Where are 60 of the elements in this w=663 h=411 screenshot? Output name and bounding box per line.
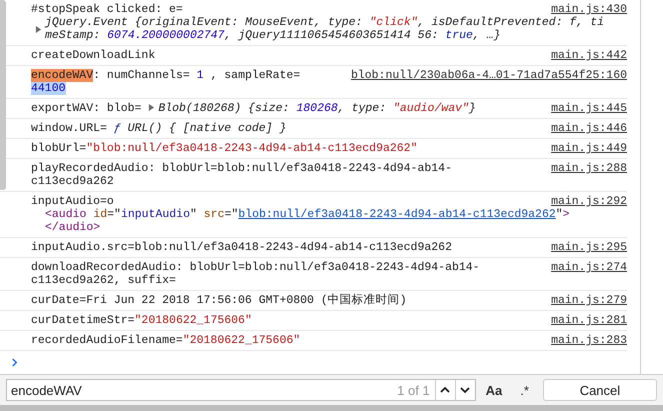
log-text: , type: — [338, 102, 388, 115]
match-case-button[interactable]: Aa — [482, 382, 506, 398]
html-tag: <audio — [45, 208, 86, 221]
html-tag: </audio> — [45, 221, 100, 234]
log-text: createDownloadLink — [31, 49, 156, 62]
log-text: , isDefaultPrevented: f, ti — [418, 16, 604, 29]
search-text: encodeWAV — [10, 382, 83, 398]
attribute-name: src — [202, 208, 224, 221]
attribute-name: id — [92, 208, 108, 221]
log-text: c113ecd9a262, suffix= — [31, 274, 176, 287]
log-text: window.URL= — [31, 122, 108, 135]
number-value: 1 — [196, 69, 204, 82]
log-text: curDate=Fri Jun 22 2018 17:56:06 GMT+0800 (中国标准时间) — [31, 294, 407, 307]
string-value: "audio/wav" — [393, 102, 469, 115]
html-tag: > — [562, 208, 570, 221]
url-link[interactable]: blob:null/ef3a0418-2243-4d94-ab14-c113ecd9a262 — [238, 208, 556, 221]
log-text: recordedAudioFilename= — [31, 334, 183, 347]
selected-text: 44100 — [31, 82, 66, 95]
log-text: URL() { [native code] } — [126, 122, 286, 135]
log-text: inputAudio.src=blob:null/ef3a0418-2243-4d94-ab14-c113ecd9a262 — [31, 241, 452, 254]
string-value: "blob:null/ef3a0418-2243-4d94-ab14-c113ecd9a262" — [86, 142, 418, 155]
string-value: "click" — [369, 16, 418, 29]
keyword-value: ƒ — [114, 122, 121, 135]
log-text: " — [190, 208, 197, 221]
log-text: downloadRecordedAudio: blobUrl=blob:null/ef3a0418-2243-4d94-ab14- — [31, 261, 480, 274]
log-text: meStamp: — [45, 29, 102, 42]
log-text: inputAudio=o — [31, 195, 114, 208]
string-value: "20180622_175606" — [134, 314, 252, 327]
number-value: 180268 — [296, 102, 338, 115]
log-text: , …} — [472, 29, 501, 42]
keyword-value: true — [445, 29, 473, 42]
log-text: exportWAV: blob= — [31, 102, 142, 115]
prompt-chevron-icon — [11, 358, 18, 366]
string-value: "20180622_175606" — [182, 334, 300, 347]
log-text: } — [468, 102, 476, 115]
log-text: =" — [224, 208, 238, 221]
log-text: #stopSpeak clicked: e= — [31, 3, 183, 16]
up-caret-icon — [440, 387, 450, 393]
log-text: blobUrl= — [31, 142, 86, 155]
log-text: " — [556, 208, 563, 221]
number-value: 6074.200000002747 — [107, 29, 224, 42]
match-count: 1 of 1 — [397, 382, 431, 398]
expand-arrow-icon[interactable] — [35, 26, 42, 32]
expand-arrow-icon[interactable] — [148, 104, 156, 111]
search-match: encodeWAV — [31, 69, 94, 82]
search-field[interactable]: encodeWAV 1 of 1 — [6, 379, 476, 401]
log-text: c113ecd9a262 — [31, 175, 114, 188]
log-text: curDatetimeStr= — [31, 314, 135, 327]
log-text: : numChannels= — [93, 69, 191, 82]
regex-button[interactable]: .* — [512, 382, 537, 398]
attribute-value: inputAudio — [120, 208, 190, 221]
log-text: Blob(180268) {size: — [158, 102, 290, 115]
scrollbar-thumb[interactable] — [0, 0, 6, 190]
log-text: =" — [107, 208, 121, 221]
log-text: , jQuery1111065454603651414 56: — [224, 29, 440, 42]
down-caret-icon — [460, 387, 470, 393]
log-text: playRecordedAudio: blobUrl=blob:null/ef3a0418-2243-4d94-ab14- — [31, 162, 452, 175]
log-text: jQuery.Event {originalEvent: MouseEvent, type: — [45, 16, 364, 29]
cancel-button[interactable]: Cancel — [542, 379, 657, 401]
log-text: , sampleRate= — [209, 69, 300, 82]
